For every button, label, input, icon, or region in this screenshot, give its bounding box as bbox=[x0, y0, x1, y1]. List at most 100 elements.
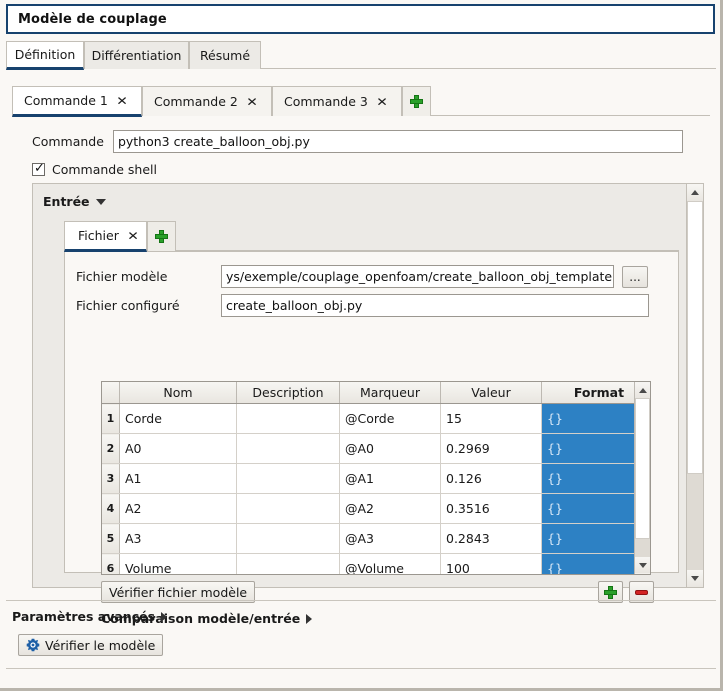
tab-commande-3-label: Commande 3 bbox=[284, 94, 368, 109]
tab-resume[interactable]: Résumé bbox=[189, 41, 261, 69]
column-header-description[interactable]: Description bbox=[236, 382, 340, 404]
close-icon[interactable]: ✕ bbox=[127, 229, 139, 243]
table-row[interactable]: 3 A1 @A1 0.126 {} bbox=[102, 463, 650, 494]
cell-valeur[interactable]: 0.2969 bbox=[440, 433, 542, 464]
file-tabbar: Fichier ✕ bbox=[64, 221, 679, 252]
add-file-tab-button[interactable] bbox=[147, 221, 176, 251]
template-file-row: Fichier modèle ys/exemple/couplage_openf… bbox=[76, 265, 648, 288]
bottom-divider bbox=[6, 600, 716, 601]
definition-panel: Commande 1 ✕ Commande 2 ✕ Commande 3 ✕ C… bbox=[6, 69, 716, 626]
window-titlebar: Modèle de couplage bbox=[6, 4, 715, 34]
cell-nom[interactable]: A1 bbox=[119, 463, 237, 494]
tab-commande-2[interactable]: Commande 2 ✕ bbox=[142, 86, 272, 116]
cell-marqueur[interactable]: @Corde bbox=[339, 403, 441, 434]
cell-valeur[interactable]: 0.3516 bbox=[440, 493, 542, 524]
column-header-marqueur[interactable]: Marqueur bbox=[339, 382, 441, 404]
template-file-input[interactable]: ys/exemple/couplage_openfoam/create_ball… bbox=[221, 265, 614, 288]
shell-command-checkbox-row[interactable]: ✓ Commande shell bbox=[32, 161, 157, 177]
row-number: 3 bbox=[102, 463, 120, 494]
tab-fichier[interactable]: Fichier ✕ bbox=[64, 221, 147, 252]
minus-icon bbox=[635, 589, 648, 595]
scrollbar-track[interactable] bbox=[635, 539, 650, 557]
configured-file-label: Fichier configuré bbox=[76, 298, 180, 313]
file-config-card: Fichier modèle ys/exemple/couplage_openf… bbox=[64, 251, 679, 626]
close-icon[interactable]: ✕ bbox=[376, 95, 388, 109]
cell-description[interactable] bbox=[236, 463, 340, 494]
cell-marqueur[interactable]: @A0 bbox=[339, 433, 441, 464]
tab-differentiation-label: Différentiation bbox=[91, 48, 182, 63]
triangle-down-icon bbox=[95, 198, 106, 205]
entree-vertical-scrollbar[interactable] bbox=[686, 184, 703, 587]
command-field-row: Commande python3 create_balloon_obj.py bbox=[32, 130, 683, 153]
cell-nom[interactable]: A3 bbox=[119, 523, 237, 554]
tab-resume-label: Résumé bbox=[199, 48, 251, 63]
table-vertical-scrollbar[interactable] bbox=[634, 382, 650, 574]
tab-definition[interactable]: Définition bbox=[6, 41, 84, 70]
cell-marqueur[interactable]: @Volume bbox=[339, 553, 441, 574]
row-number: 4 bbox=[102, 493, 120, 524]
cell-nom[interactable]: A0 bbox=[119, 433, 237, 464]
triangle-right-icon bbox=[161, 611, 168, 622]
verify-model-button[interactable]: Vérifier le modèle bbox=[18, 634, 164, 656]
cell-description[interactable] bbox=[236, 523, 340, 554]
browse-template-file-button[interactable]: ... bbox=[622, 265, 648, 288]
table-row[interactable]: 6 Volume @Volume 100 {} bbox=[102, 553, 650, 574]
tab-commande-1-label: Commande 1 bbox=[24, 93, 108, 108]
tab-commande-3[interactable]: Commande 3 ✕ bbox=[272, 86, 402, 116]
tab-definition-label: Définition bbox=[14, 47, 76, 62]
row-number-header bbox=[102, 382, 120, 404]
cell-description[interactable] bbox=[236, 403, 340, 434]
gear-icon bbox=[26, 638, 40, 652]
scroll-down-button[interactable] bbox=[687, 570, 703, 587]
triangle-down-icon bbox=[639, 562, 647, 568]
scrollbar-thumb[interactable] bbox=[635, 398, 650, 539]
table-header-row: Nom Description Marqueur Valeur Format bbox=[102, 382, 650, 404]
table-row[interactable]: 2 A0 @A0 0.2969 {} bbox=[102, 433, 650, 464]
cell-description[interactable] bbox=[236, 493, 340, 524]
entree-panel: Entrée Fichier ✕ Fichier modèle ys/exemp… bbox=[32, 183, 704, 626]
cell-marqueur[interactable]: @A3 bbox=[339, 523, 441, 554]
table-row[interactable]: 1 Corde @Corde 15 {} bbox=[102, 403, 650, 434]
cell-marqueur[interactable]: @A1 bbox=[339, 463, 441, 494]
scroll-down-button[interactable] bbox=[635, 557, 650, 573]
cell-marqueur[interactable]: @A2 bbox=[339, 493, 441, 524]
cell-description[interactable] bbox=[236, 433, 340, 464]
tab-differentiation[interactable]: Différentiation bbox=[84, 41, 189, 69]
table-row[interactable]: 5 A3 @A3 0.2843 {} bbox=[102, 523, 650, 554]
triangle-up-icon bbox=[639, 387, 647, 393]
entree-expander[interactable]: Entrée bbox=[43, 194, 106, 209]
column-header-nom[interactable]: Nom bbox=[119, 382, 237, 404]
scrollbar-track[interactable] bbox=[687, 474, 703, 570]
advanced-parameters-expander[interactable]: Paramètres avancés bbox=[12, 609, 168, 624]
cell-valeur[interactable]: 0.2843 bbox=[440, 523, 542, 554]
triangle-up-icon bbox=[691, 190, 699, 195]
close-icon[interactable]: ✕ bbox=[246, 95, 258, 109]
scroll-up-button[interactable] bbox=[635, 382, 650, 398]
configured-file-input[interactable]: create_balloon_obj.py bbox=[221, 294, 649, 317]
tab-commande-1[interactable]: Commande 1 ✕ bbox=[12, 86, 142, 117]
scroll-up-button[interactable] bbox=[687, 184, 703, 201]
cell-description[interactable] bbox=[236, 553, 340, 574]
cell-nom[interactable]: Volume bbox=[119, 553, 237, 574]
tab-fichier-label: Fichier bbox=[78, 228, 119, 243]
row-number: 6 bbox=[102, 553, 120, 574]
scrollbar-thumb[interactable] bbox=[687, 201, 703, 474]
command-input[interactable]: python3 create_balloon_obj.py bbox=[112, 130, 683, 153]
add-command-tab-button[interactable] bbox=[402, 86, 431, 116]
column-header-valeur[interactable]: Valeur bbox=[440, 382, 542, 404]
cell-valeur[interactable]: 0.126 bbox=[440, 463, 542, 494]
cell-valeur[interactable]: 100 bbox=[440, 553, 542, 574]
tab-commande-2-label: Commande 2 bbox=[154, 94, 238, 109]
command-tabbar: Commande 1 ✕ Commande 2 ✕ Commande 3 ✕ bbox=[12, 86, 710, 117]
parameters-grid: Nom Description Marqueur Valeur Format 1… bbox=[102, 382, 650, 574]
close-icon[interactable]: ✕ bbox=[116, 94, 128, 108]
plus-icon bbox=[410, 95, 423, 108]
cell-valeur[interactable]: 15 bbox=[440, 403, 542, 434]
cell-nom[interactable]: Corde bbox=[119, 403, 237, 434]
cell-nom[interactable]: A2 bbox=[119, 493, 237, 524]
plus-icon bbox=[604, 585, 617, 599]
triangle-down-icon bbox=[691, 576, 699, 581]
plus-icon bbox=[155, 230, 168, 243]
table-row[interactable]: 4 A2 @A2 0.3516 {} bbox=[102, 493, 650, 524]
shell-command-checkbox[interactable]: ✓ bbox=[32, 161, 45, 176]
